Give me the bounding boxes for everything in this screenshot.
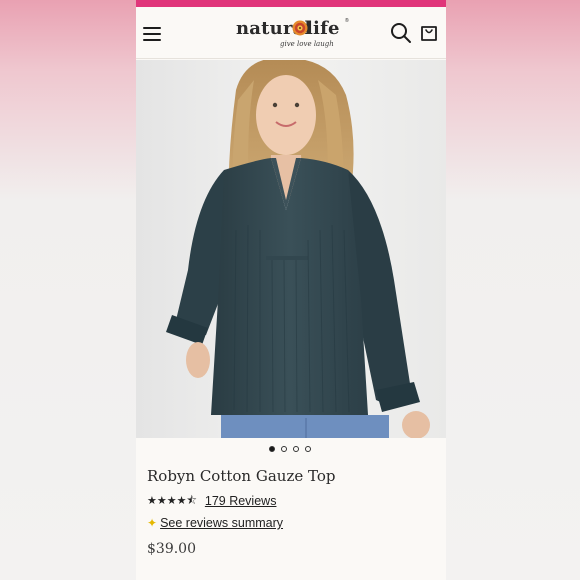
gallery-dot-3[interactable] [293, 446, 299, 452]
logo-tagline: give love laugh [280, 40, 334, 48]
reviews-link[interactable]: 179 Reviews [205, 494, 277, 508]
search-icon[interactable] [390, 22, 412, 44]
gallery-dot-1[interactable] [269, 446, 275, 452]
gallery-dot-4[interactable] [305, 446, 311, 452]
site-header: natural life ® give love laugh [136, 7, 446, 59]
product-rating: ★★★★⯪ 179 Reviews [147, 493, 276, 509]
logo-registered-mark: ® [345, 18, 349, 24]
gallery-dot-2[interactable] [281, 446, 287, 452]
see-reviews-summary-link[interactable]: See reviews summary [160, 516, 283, 530]
mobile-screen: natural life ® give love laugh Robyn Cot… [136, 0, 446, 580]
product-price: $39.00 [147, 541, 196, 557]
reviews-summary: ✦ See reviews summary [147, 515, 283, 531]
brand-logo[interactable]: natural life ® give love laugh [236, 15, 351, 55]
background-right [446, 0, 580, 580]
top-accent-bar [136, 0, 446, 7]
logo-text-life: life [306, 18, 340, 39]
product-image[interactable] [136, 60, 446, 438]
gallery-pagination [269, 446, 319, 454]
background-left [0, 0, 136, 580]
product-title: Robyn Cotton Gauze Top [147, 467, 336, 485]
star-rating-icon: ★★★★⯪ [147, 494, 197, 507]
hamburger-menu-icon[interactable] [143, 25, 162, 41]
sparkle-icon: ✦ [147, 516, 158, 530]
shopping-bag-icon[interactable] [419, 23, 439, 43]
